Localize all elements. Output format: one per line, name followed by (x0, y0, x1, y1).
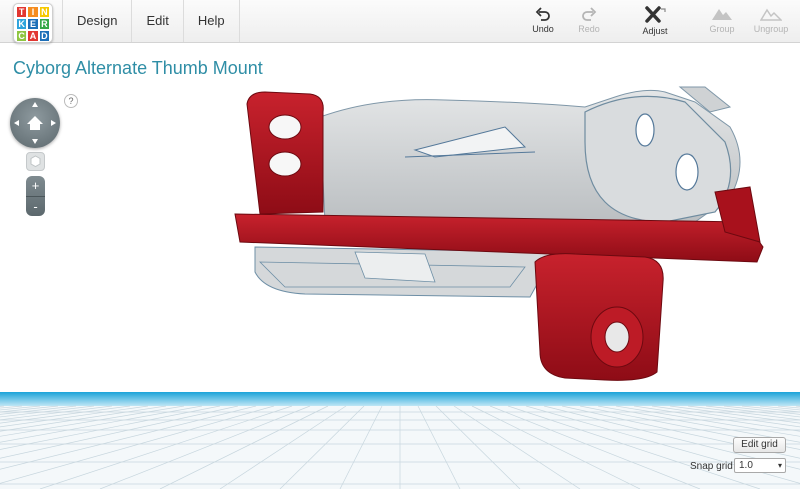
orbit-arrows-icon (14, 102, 56, 144)
logo-letter: N (39, 7, 49, 17)
tinkercad-logo[interactable]: TIN KER CAD (13, 3, 53, 43)
thumb-mount-model[interactable] (225, 82, 785, 392)
menu-edit[interactable]: Edit (132, 0, 184, 42)
ungroup-label: Ungroup (753, 24, 789, 34)
ungroup-icon (760, 8, 782, 21)
main-menu: Design Edit Help (62, 0, 240, 42)
gray-shell (319, 86, 741, 233)
logo-letter: I (28, 7, 38, 17)
menu-design[interactable]: Design (62, 0, 133, 42)
snap-grid-label: Snap grid (690, 461, 733, 472)
redo-icon (582, 7, 597, 21)
logo-letter: A (28, 31, 38, 41)
top-bar: TIN KER CAD Design Edit Help Undo Redo Adj… (0, 0, 800, 43)
edit-grid-button[interactable]: Edit grid (733, 437, 786, 453)
redo-button[interactable]: Redo (567, 6, 611, 34)
workplane-grid[interactable] (0, 392, 800, 489)
zoom-in-button[interactable]: + (26, 176, 45, 197)
adjust-label: Adjust (642, 26, 668, 36)
group-label: Group (709, 24, 735, 34)
menu-help[interactable]: Help (184, 0, 240, 42)
adjust-button[interactable]: Adjust (633, 6, 677, 36)
adjust-icon (645, 6, 666, 23)
logo-letter: C (17, 31, 27, 41)
view-cube-button[interactable] (26, 152, 45, 171)
logo-letter: T (17, 7, 27, 17)
design-title[interactable]: Cyborg Alternate Thumb Mount (13, 58, 263, 79)
home-icon (27, 116, 43, 130)
ungroup-button[interactable]: Ungroup (749, 6, 793, 34)
view-help-icon[interactable]: ? (64, 94, 78, 108)
snap-grid-value: 1.0 (739, 460, 753, 471)
cube-icon (30, 155, 41, 168)
group-icon (712, 9, 732, 20)
logo-letter: E (28, 19, 38, 29)
orbit-control[interactable] (10, 98, 60, 148)
redo-label: Redo (578, 24, 600, 34)
zoom-out-button[interactable]: - (26, 197, 45, 217)
undo-button[interactable]: Undo (521, 6, 565, 34)
zoom-control: + - (26, 176, 45, 216)
gray-shell-lower (254, 246, 556, 298)
undo-icon (535, 7, 550, 21)
group-button[interactable]: Group (700, 6, 744, 34)
undo-label: Undo (532, 24, 554, 34)
snap-grid-select[interactable]: 1.0 ▾ (734, 458, 786, 473)
logo-letter: K (17, 19, 27, 29)
logo-letter: D (39, 31, 49, 41)
chevron-down-icon: ▾ (777, 461, 782, 470)
logo-letter: R (39, 19, 49, 29)
